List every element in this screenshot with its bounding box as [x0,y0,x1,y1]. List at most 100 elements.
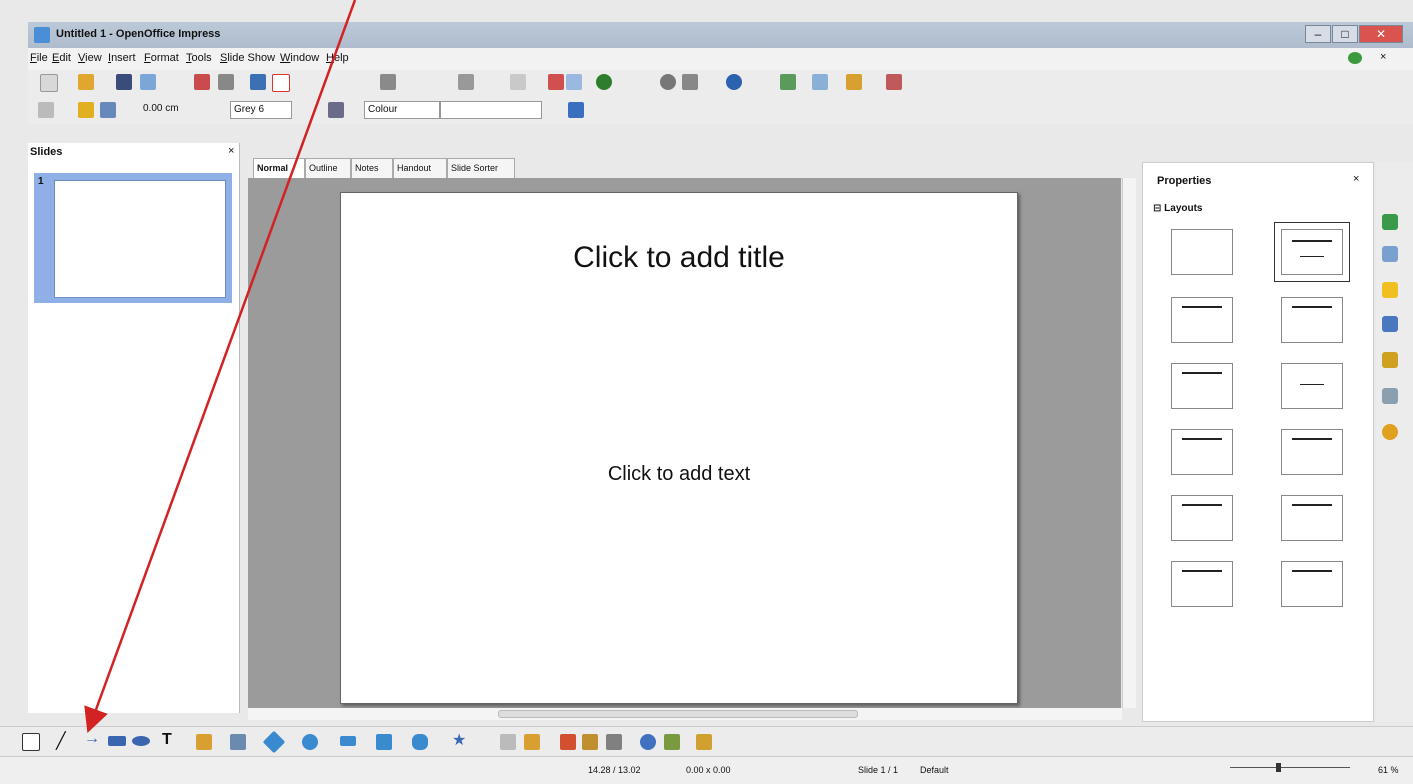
curve-tool-icon[interactable] [196,734,212,750]
title-placeholder[interactable]: Click to add title [341,241,1017,275]
insert-chart-icon[interactable] [548,74,564,90]
navigator-icon[interactable] [1382,424,1398,440]
slide-show-icon[interactable] [780,74,796,90]
menu-view[interactable]: View [78,52,102,64]
tab-outline[interactable]: Outline [305,158,351,178]
gallery-icon[interactable] [1382,388,1398,404]
line-tool-icon[interactable]: ╱ [56,731,66,751]
line-color-field[interactable]: Grey 6 [230,101,292,119]
edit-file-icon[interactable] [140,74,156,90]
symbol-shapes-icon[interactable] [302,734,318,750]
maximize-button[interactable]: □ [1332,25,1358,43]
hyperlink-icon[interactable] [596,74,612,90]
zoom-icon[interactable] [682,74,698,90]
styles-deck-icon[interactable] [1382,352,1398,368]
layout-title-6-content[interactable] [1281,561,1343,607]
layout-title-content-over-content[interactable] [1281,495,1343,541]
horizontal-scroll-thumb[interactable] [498,710,858,718]
area-style-field[interactable]: Colour [364,101,440,119]
open-folder-icon[interactable] [78,74,94,90]
help-icon[interactable] [726,74,742,90]
layout-title-4-content[interactable] [1171,561,1233,607]
redo-icon[interactable] [510,74,526,90]
close-document-icon[interactable]: × [1380,51,1386,63]
line-width-field[interactable]: 0.00 cm [140,101,200,119]
arrange-icon[interactable] [696,734,712,750]
properties-close-button[interactable]: × [1353,173,1359,185]
layout-title-content[interactable] [1171,297,1233,343]
horizontal-scrollbar[interactable] [248,708,1122,720]
glue-points-icon[interactable] [524,734,540,750]
master-pages-icon[interactable] [1382,246,1398,262]
tab-slide-sorter[interactable]: Slide Sorter [447,158,515,178]
undo-icon[interactable] [458,74,474,90]
tab-handout[interactable]: Handout [393,158,447,178]
slide-design-icon[interactable] [846,74,862,90]
menu-window[interactable]: Window [280,52,319,64]
new-document-icon[interactable] [40,74,58,92]
block-arrows-icon[interactable] [340,736,356,746]
flowchart-icon[interactable] [376,734,392,750]
menu-tools[interactable]: Tools [186,52,212,64]
menu-slide-show[interactable]: Slide Show [220,52,275,64]
slide-canvas[interactable]: Click to add title Click to add text [340,192,1018,704]
zoom-level[interactable]: 61 % [1378,765,1399,775]
select-icon[interactable] [22,733,40,751]
tab-notes[interactable]: Notes [351,158,393,178]
basic-shapes-icon[interactable] [262,730,286,754]
print-icon[interactable] [218,74,234,90]
points-icon[interactable] [500,734,516,750]
connector-tool-icon[interactable] [230,734,246,750]
paste-icon[interactable] [380,74,396,90]
menu-edit[interactable]: Edit [52,52,71,64]
spellcheck-icon[interactable] [250,74,266,90]
line-icon[interactable] [78,102,94,118]
tab-normal[interactable]: Normal [253,158,305,178]
rectangle-tool-icon[interactable] [108,736,126,746]
align-icon[interactable] [664,734,680,750]
layout-title-2-content-content[interactable] [1171,429,1233,475]
callouts-icon[interactable] [412,734,428,750]
zoom-slider[interactable] [1230,767,1350,768]
text-placeholder[interactable]: Click to add text [341,463,1017,486]
menu-insert[interactable]: Insert [108,52,136,64]
gallery-toolbar-icon[interactable] [606,734,622,750]
properties-deck-icon[interactable] [1382,214,1398,230]
autospellcheck-icon[interactable] [272,74,290,92]
from-file-icon[interactable] [582,734,598,750]
menu-file[interactable]: File [30,52,48,64]
slide-thumbnail[interactable] [54,180,226,298]
save-icon[interactable] [116,74,132,90]
layout-title-content-2-content[interactable] [1281,429,1343,475]
layout-blank[interactable] [1171,229,1233,275]
fontwork-icon[interactable] [560,734,576,750]
styles-icon[interactable] [38,102,54,118]
export-pdf-icon[interactable] [194,74,210,90]
area-fill-icon[interactable] [328,102,344,118]
layouts-section-header[interactable]: ⊟ Layouts [1153,203,1203,214]
ellipse-tool-icon[interactable] [132,736,150,746]
slides-pane-close-button[interactable]: × [228,145,234,157]
custom-animation-deck-icon[interactable] [1382,282,1398,298]
layout-centered-text[interactable] [1281,363,1343,409]
extrusion-icon[interactable] [640,734,656,750]
draw-functions-icon[interactable] [660,74,676,90]
slide-layout-icon[interactable] [812,74,828,90]
stars-icon[interactable]: ★ [452,730,466,750]
area-fill-value-field[interactable] [440,101,542,119]
layout-title-2-content-over-content[interactable] [1171,495,1233,541]
custom-animation-icon[interactable] [886,74,902,90]
vertical-scrollbar[interactable] [1122,178,1136,708]
layout-title-2-content[interactable] [1281,297,1343,343]
layout-title-slide[interactable] [1274,222,1350,282]
zoom-slider-handle[interactable] [1276,763,1281,772]
menu-format[interactable]: Format [144,52,179,64]
insert-table-icon[interactable] [566,74,582,90]
update-icon[interactable] [1348,52,1362,64]
menu-help[interactable]: Help [326,52,349,64]
shadow-icon[interactable] [568,102,584,118]
slide-transition-icon[interactable] [1382,316,1398,332]
line-style-icon[interactable] [100,102,116,118]
layout-title-only[interactable] [1171,363,1233,409]
minimize-button[interactable]: – [1305,25,1331,43]
